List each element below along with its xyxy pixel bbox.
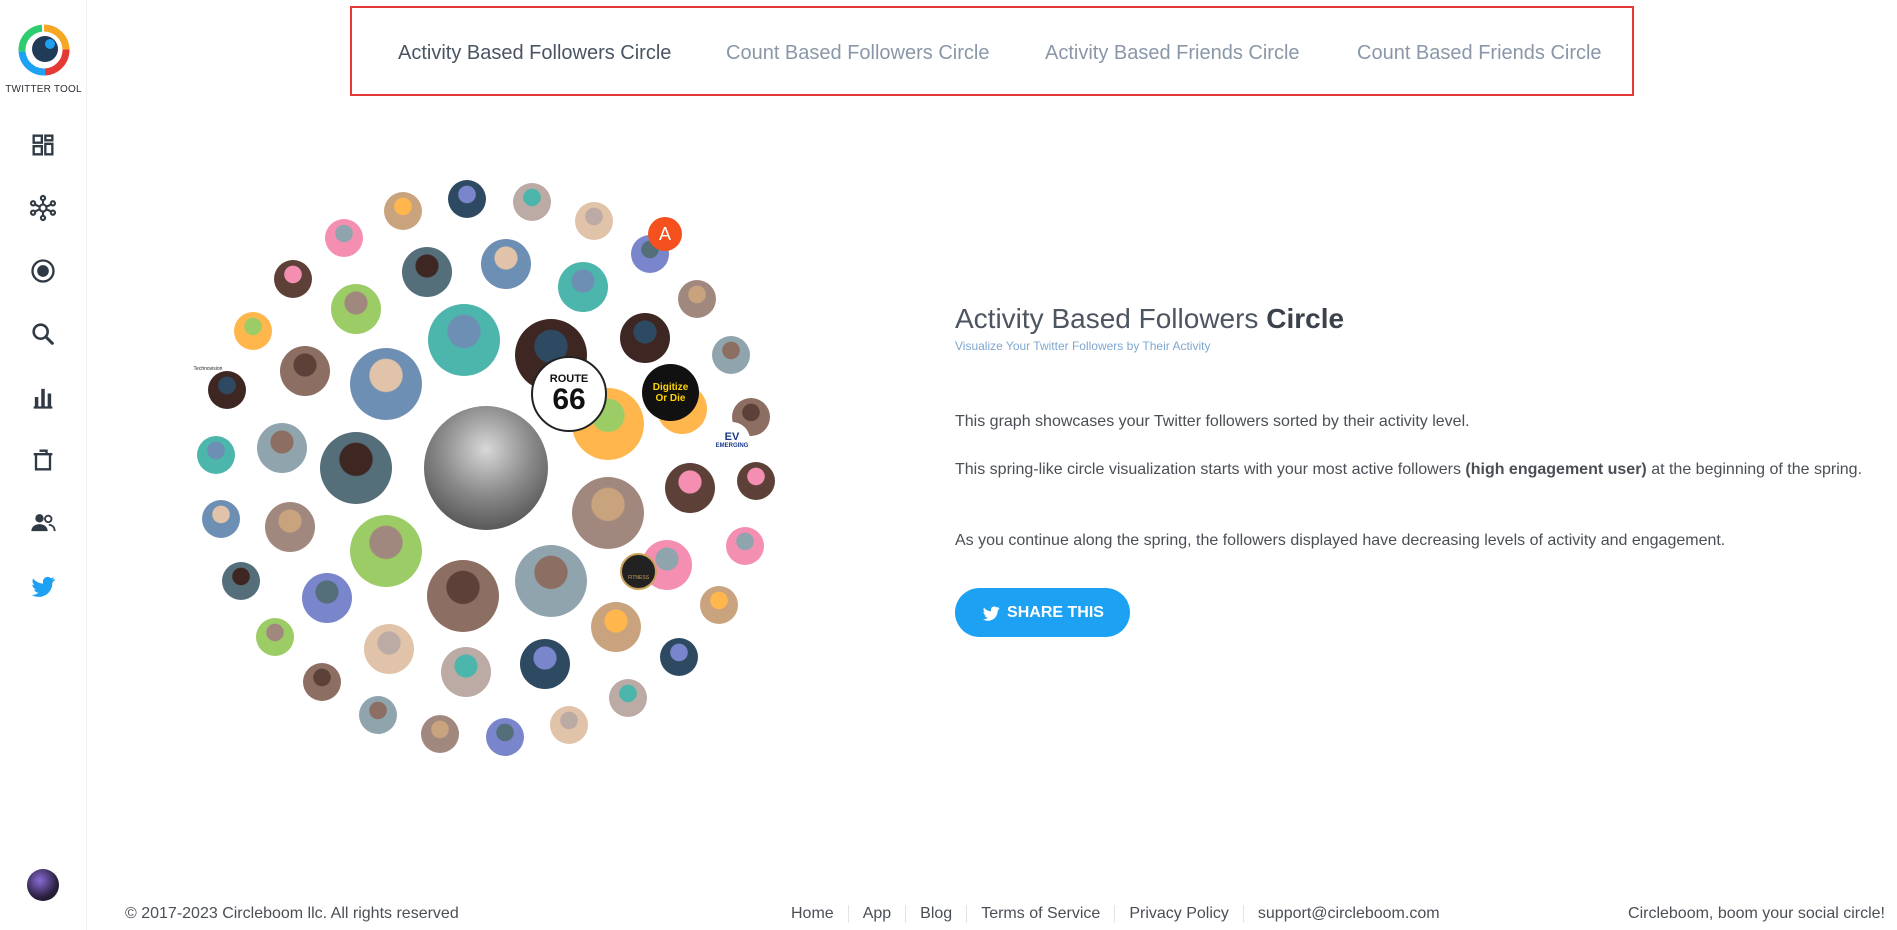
follower-avatar[interactable] xyxy=(514,544,587,617)
follower-avatar[interactable] xyxy=(427,303,500,376)
follower-avatar[interactable] xyxy=(350,515,423,588)
share-button-label: SHARE THIS xyxy=(1007,603,1104,621)
follower-avatar[interactable] xyxy=(440,646,491,697)
sidebar-item-twitter[interactable] xyxy=(25,568,61,604)
description-paragraph-1: This graph showcases your Twitter follow… xyxy=(955,413,1470,430)
follower-avatar[interactable] xyxy=(208,371,247,410)
follower-avatar[interactable] xyxy=(486,718,525,757)
follower-avatar[interactable] xyxy=(350,348,423,421)
follower-avatar[interactable] xyxy=(256,617,295,656)
footer-tagline: Circleboom, boom your social circle! xyxy=(1628,905,1885,922)
footer-links: Home App Blog Terms of Service Privacy P… xyxy=(777,905,1454,923)
follower-letter-avatar[interactable]: A xyxy=(648,217,682,251)
follower-avatar[interactable] xyxy=(234,311,273,350)
follower-avatar[interactable] xyxy=(201,500,240,539)
sidebar-item-search[interactable] xyxy=(25,316,61,352)
page-title: Activity Based Followers Circle xyxy=(955,303,1345,334)
follower-avatar[interactable] xyxy=(550,705,588,744)
footer-link-support[interactable]: support@circleboom.com xyxy=(1242,905,1454,923)
follower-avatar[interactable] xyxy=(520,639,571,690)
bar-chart-icon xyxy=(33,388,53,409)
tab-activity-followers[interactable]: Activity Based Followers Circle xyxy=(398,42,671,65)
follower-avatar[interactable] xyxy=(197,435,236,474)
tab-activity-friends[interactable]: Activity Based Friends Circle xyxy=(1045,42,1300,65)
footer: © 2017-2023 Circleboom llc. All rights r… xyxy=(87,905,1897,930)
follower-avatar[interactable] xyxy=(699,586,738,625)
follower-avatar[interactable] xyxy=(364,623,415,674)
follower-avatar[interactable] xyxy=(324,219,363,258)
brand-label: TWITTER TOOL xyxy=(5,84,82,95)
sidebar-item-delete[interactable] xyxy=(25,442,61,478)
footer-link-privacy[interactable]: Privacy Policy xyxy=(1114,905,1243,923)
brand[interactable]: TWITTER TOOL xyxy=(0,24,87,95)
page-subtitle: Visualize Your Twitter Followers by Thei… xyxy=(955,339,1211,353)
circleboom-logo-icon xyxy=(18,24,69,76)
sidebar-item-dashboard[interactable] xyxy=(25,127,61,163)
tab-count-friends[interactable]: Count Based Friends Circle xyxy=(1357,42,1602,65)
footer-link-app[interactable]: App xyxy=(847,905,905,923)
footer-link-home[interactable]: Home xyxy=(777,905,848,923)
follower-avatar[interactable] xyxy=(274,260,313,299)
main-content: Activity Based Followers Circle Visualiz… xyxy=(955,303,1875,637)
sidebar: TWITTER TOOL xyxy=(0,0,87,930)
follower-avatar[interactable] xyxy=(257,422,308,473)
twitter-bird-icon xyxy=(982,606,1000,621)
follower-avatar[interactable] xyxy=(619,313,670,364)
follower-avatar[interactable] xyxy=(736,462,775,501)
follower-avatar[interactable] xyxy=(664,463,715,514)
follower-technovision[interactable]: Technovision xyxy=(188,332,228,372)
follower-avatar[interactable] xyxy=(280,346,331,397)
follower-avatar[interactable] xyxy=(221,562,260,601)
trash-icon xyxy=(33,449,53,471)
footer-link-terms[interactable]: Terms of Service xyxy=(966,905,1114,923)
follower-avatar[interactable] xyxy=(447,179,486,218)
follower-avatar[interactable] xyxy=(427,560,500,632)
share-button[interactable]: SHARE THIS xyxy=(955,588,1130,637)
copyright: © 2017-2023 Circleboom llc. All rights r… xyxy=(125,905,459,922)
user-avatar-icon[interactable] xyxy=(27,869,59,901)
follower-avatar[interactable] xyxy=(358,696,397,735)
follower-avatar[interactable] xyxy=(302,663,341,702)
sidebar-item-people[interactable] xyxy=(25,505,61,541)
follower-avatar[interactable] xyxy=(712,335,751,374)
follower-avatar[interactable] xyxy=(302,572,353,623)
follower-avatar[interactable] xyxy=(659,637,698,676)
follower-avatar[interactable] xyxy=(725,526,764,565)
follower-avatar[interactable] xyxy=(320,431,392,504)
sidebar-item-network[interactable] xyxy=(25,190,61,226)
footer-link-blog[interactable]: Blog xyxy=(905,905,966,923)
follower-avatar-center[interactable] xyxy=(424,406,548,530)
description-paragraph-2: This spring-like circle visualization st… xyxy=(955,461,1863,478)
sidebar-item-stats[interactable] xyxy=(25,379,61,415)
follower-avatar[interactable] xyxy=(590,601,641,652)
dashboard-icon xyxy=(32,134,54,156)
follower-avatar[interactable] xyxy=(557,262,608,313)
follower-fitness[interactable]: FITNESS xyxy=(620,553,657,590)
tab-count-followers[interactable]: Count Based Followers Circle xyxy=(726,42,989,65)
search-icon xyxy=(32,323,54,345)
follower-avatar[interactable] xyxy=(401,246,452,297)
radio-target-icon xyxy=(31,259,55,283)
circle-type-tabs: Activity Based Followers Circle Count Ba… xyxy=(350,6,1634,96)
follower-avatar[interactable] xyxy=(677,280,716,319)
follower-avatar[interactable] xyxy=(331,284,382,335)
follower-avatar[interactable] xyxy=(575,201,614,240)
follower-ev-emerging[interactable]: EV EMERGING xyxy=(714,422,750,458)
people-icon xyxy=(31,514,56,532)
follower-digitize[interactable]: Digitize Or Die xyxy=(642,364,699,421)
followers-circle: ROUTE 66 Digitize Or Die A EV EMERGING T… xyxy=(188,170,790,770)
follower-avatar[interactable] xyxy=(264,502,315,553)
follower-avatar[interactable] xyxy=(609,678,648,717)
follower-avatar[interactable] xyxy=(481,239,532,290)
sidebar-item-radio[interactable] xyxy=(25,253,61,289)
twitter-bird-icon xyxy=(31,576,55,597)
follower-avatar[interactable] xyxy=(383,192,422,231)
description-paragraph-3: As you continue along the spring, the fo… xyxy=(955,532,1726,549)
follower-route66[interactable]: ROUTE 66 xyxy=(531,356,607,432)
follower-avatar[interactable] xyxy=(512,182,551,221)
network-icon xyxy=(29,194,57,222)
follower-avatar[interactable] xyxy=(572,476,645,549)
follower-avatar[interactable] xyxy=(421,715,460,754)
